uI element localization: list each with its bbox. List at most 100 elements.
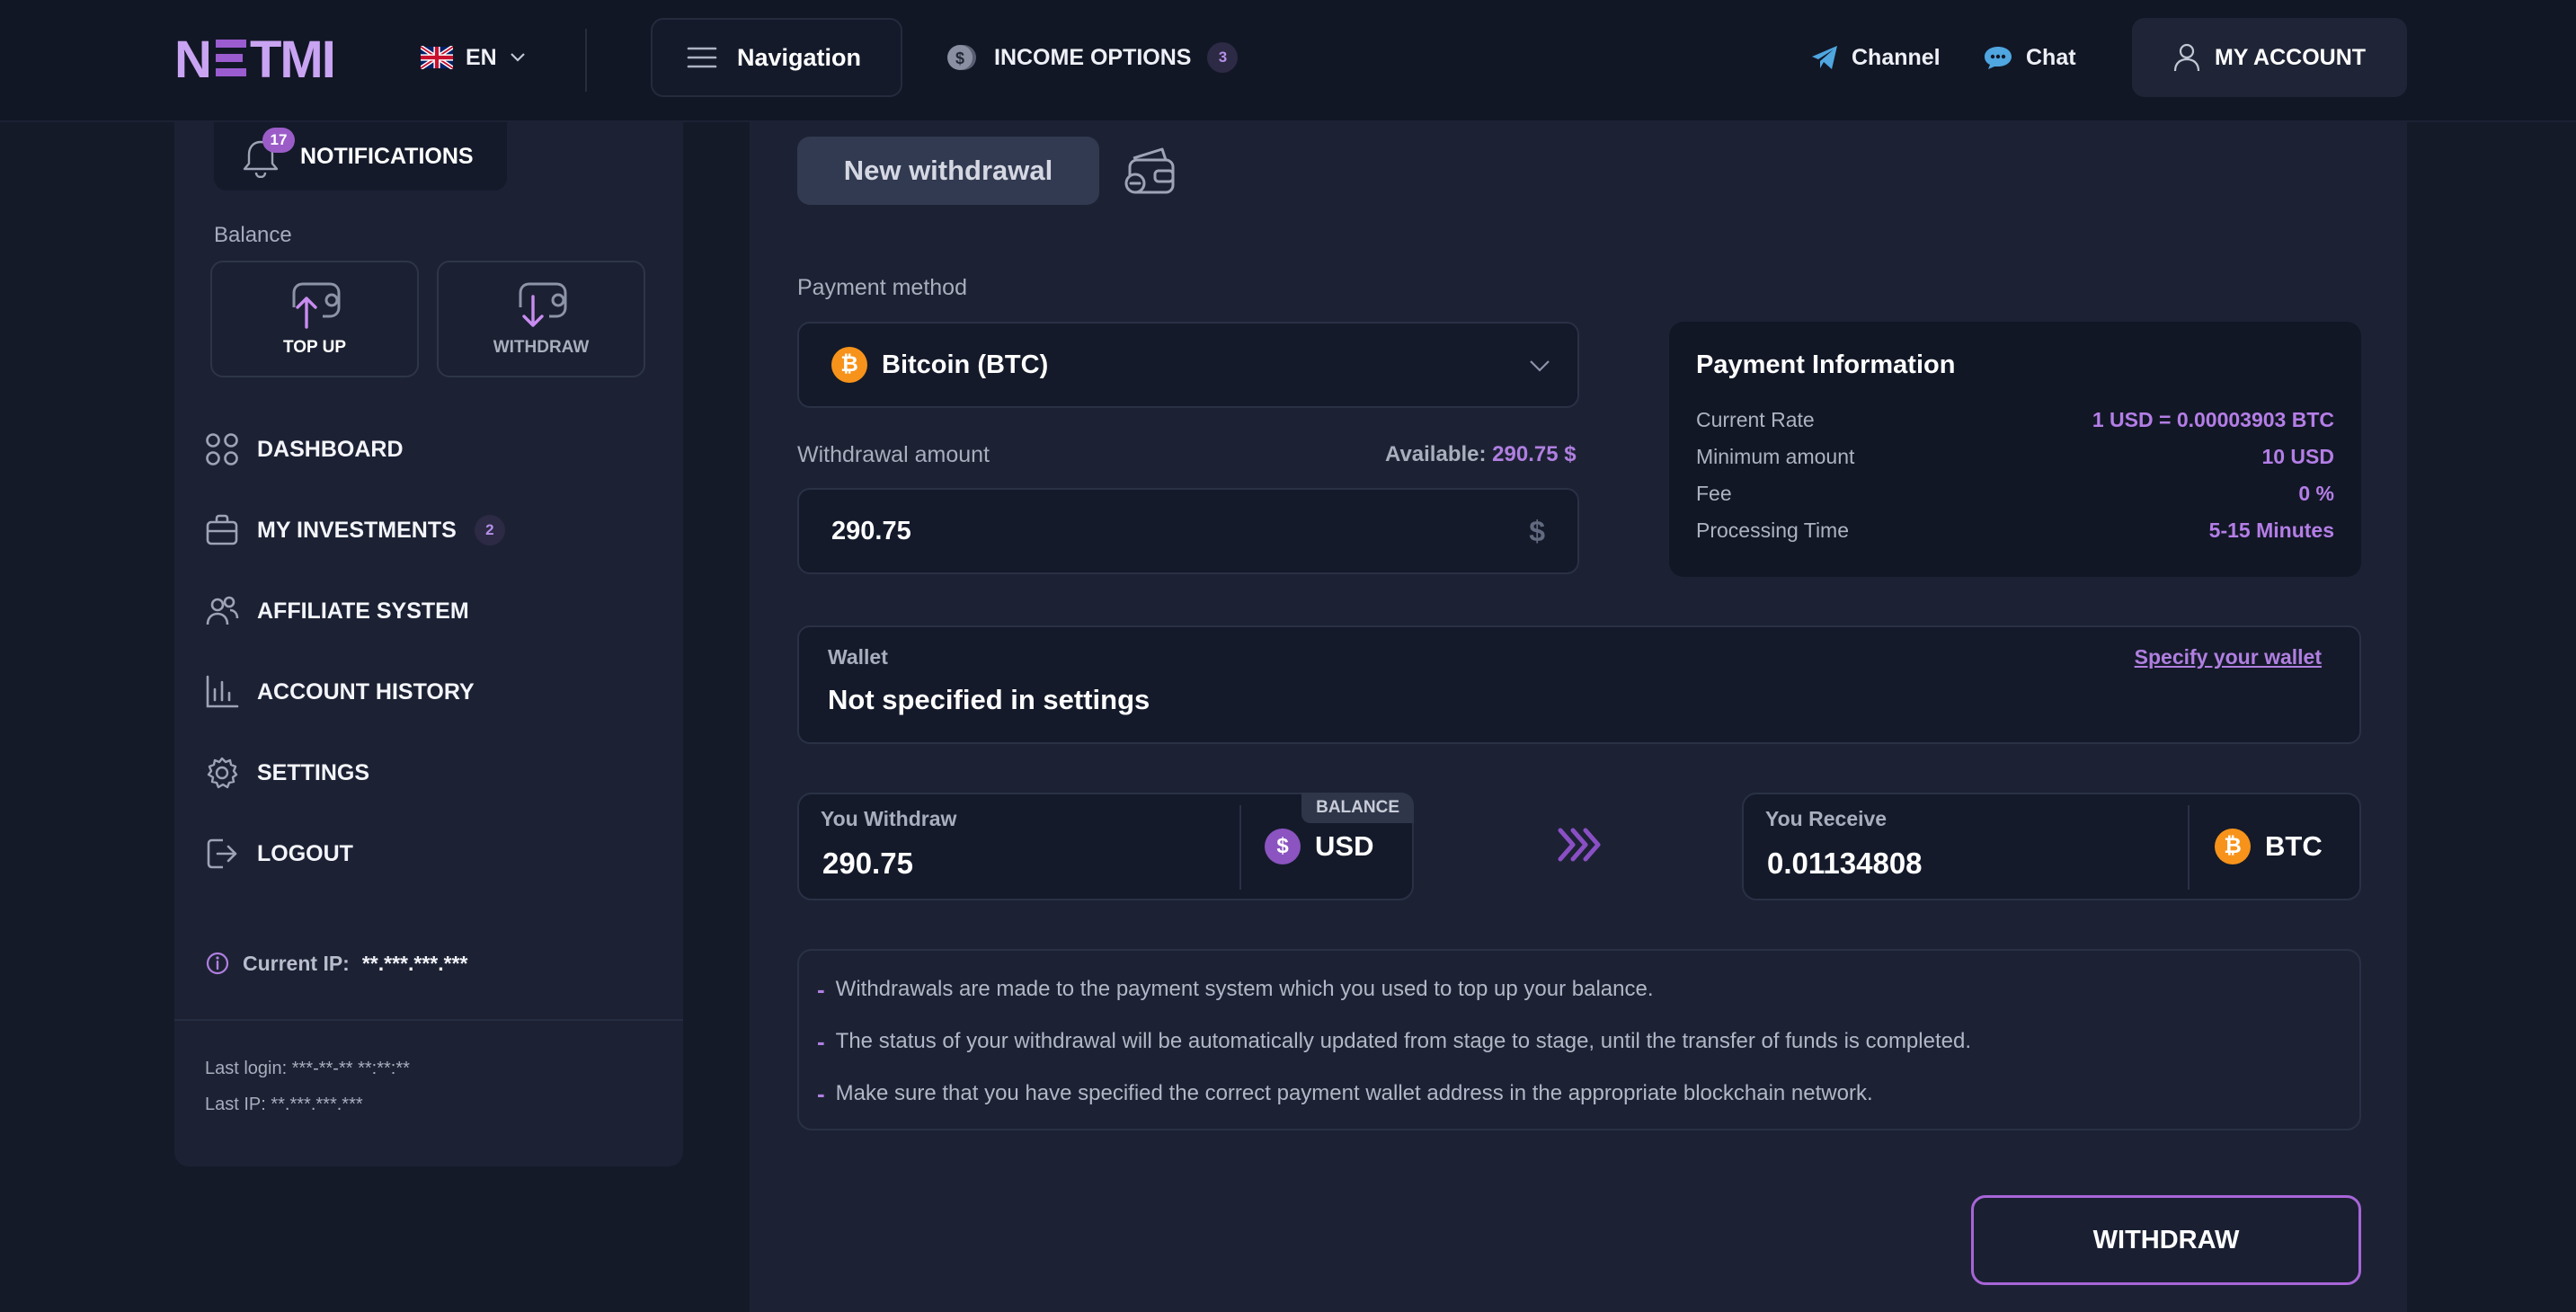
main-panel: New withdrawal Payment method ₿ Bitcoin …: [750, 122, 2407, 1312]
wallet-arrow-up-icon: [292, 282, 341, 329]
note-item: - The status of your withdrawal will be …: [817, 1015, 2341, 1068]
current-ip-label: Current IP:: [243, 951, 350, 975]
withdrawal-amount-input[interactable]: 290.75 $: [797, 488, 1579, 574]
bitcoin-icon: ₿: [831, 347, 867, 383]
you-receive-box: You Receive 0.01134808 ₿ BTC: [1742, 793, 2361, 900]
sidebar-item-label: DASHBOARD: [257, 436, 404, 462]
info-row-current-rate: Current Rate 1 USD = 0.00003903 BTC: [1696, 402, 2334, 439]
you-withdraw-value: 290.75: [822, 847, 913, 880]
chat-link[interactable]: Chat: [1983, 40, 2076, 75]
withdraw-sidebar-button[interactable]: WITHDRAW: [437, 261, 645, 377]
sidebar-item-my-investments[interactable]: MY INVESTMENTS 2: [205, 509, 505, 552]
withdraw-sidebar-label: WITHDRAW: [493, 338, 590, 357]
uk-flag-icon: [421, 46, 453, 69]
info-row-processing-time: Processing Time 5-15 Minutes: [1696, 512, 2334, 549]
note-dash: -: [817, 975, 825, 1003]
svg-text:N: N: [174, 34, 210, 83]
my-account-button[interactable]: MY ACCOUNT: [2132, 18, 2407, 97]
netmi-logo[interactable]: N TMI: [174, 34, 363, 83]
top-up-button[interactable]: TOP UP: [210, 261, 419, 377]
notifications-count-badge: 17: [262, 128, 295, 153]
withdraw-currency-code: USD: [1315, 830, 1374, 862]
navigation-button[interactable]: Navigation: [651, 18, 902, 97]
current-ip-value: **.***.***.***: [361, 951, 468, 975]
chat-label: Chat: [2026, 44, 2076, 70]
telegram-icon: [1812, 46, 1837, 69]
wallet-history-icon[interactable]: [1123, 142, 1180, 199]
language-code: EN: [466, 44, 497, 70]
sidebar-item-settings[interactable]: SETTINGS: [205, 751, 369, 794]
sidebar-item-dashboard[interactable]: DASHBOARD: [205, 428, 404, 471]
withdrawal-amount-value: 290.75: [831, 516, 911, 545]
investments-count-badge: 2: [474, 515, 505, 545]
info-value: 0 %: [2298, 482, 2334, 505]
sidebar-item-label: LOGOUT: [257, 840, 353, 866]
notifications-button[interactable]: 17 NOTIFICATIONS: [214, 122, 507, 191]
user-icon: [2173, 43, 2200, 72]
wallet-field: Wallet Not specified in settings Specify…: [797, 625, 2361, 744]
sidebar-item-label: MY INVESTMENTS: [257, 517, 457, 543]
sidebar-item-account-history[interactable]: ACCOUNT HISTORY: [205, 670, 475, 714]
info-icon: [206, 952, 229, 975]
sidebar-item-logout[interactable]: LOGOUT: [205, 832, 353, 875]
briefcase-icon: [206, 514, 238, 545]
income-options-button[interactable]: $ INCOME OPTIONS 3: [946, 40, 1239, 75]
info-key: Current Rate: [1696, 408, 1815, 431]
you-receive-label: You Receive: [1765, 807, 1888, 830]
chat-bubble-icon: [1985, 47, 2012, 69]
you-receive-value: 0.01134808: [1767, 847, 1923, 880]
chevron-down-icon: [1530, 360, 1550, 372]
withdrawal-notes: - Withdrawals are made to the payment sy…: [797, 949, 2361, 1130]
top-up-label: TOP UP: [282, 338, 347, 357]
balance-label: Balance: [214, 223, 292, 247]
note-text: Make sure that you have specified the co…: [835, 1081, 1873, 1105]
payment-method-value: Bitcoin (BTC): [882, 350, 1049, 379]
receive-currency: ₿ BTC: [2215, 829, 2323, 864]
last-login: Last login: ***-**-** **:**:**: [205, 1059, 410, 1078]
available-balance: Available: 290.75 $: [1385, 442, 1577, 467]
sidebar-item-affiliate-system[interactable]: AFFILIATE SYSTEM: [205, 590, 469, 633]
dollar-unit: $: [1529, 515, 1545, 547]
grid-icon: [206, 433, 238, 465]
sidebar-item-label: SETTINGS: [257, 759, 370, 785]
info-row-minimum-amount: Minimum amount 10 USD: [1696, 439, 2334, 475]
note-dash: -: [817, 1079, 825, 1107]
info-key: Processing Time: [1696, 519, 1850, 542]
gear-icon: [207, 757, 238, 789]
withdraw-currency: $ USD: [1265, 829, 1373, 864]
info-row-fee: Fee 0 %: [1696, 475, 2334, 512]
sidebar-item-label: AFFILIATE SYSTEM: [257, 598, 469, 624]
dollar-coin-icon: $: [1265, 829, 1301, 864]
payment-method-select[interactable]: ₿ Bitcoin (BTC): [797, 322, 1579, 408]
note-item: - Make sure that you have specified the …: [817, 1068, 2341, 1120]
wallet-arrow-down-icon: [519, 282, 567, 327]
header-divider: [585, 29, 587, 92]
navigation-label: Navigation: [737, 43, 862, 71]
payment-method-label: Payment method: [797, 275, 967, 300]
info-value: 1 USD = 0.00003903 BTC: [2092, 408, 2334, 431]
svg-text:TMI: TMI: [250, 34, 334, 83]
chevron-down-icon: [510, 53, 525, 62]
channel-link[interactable]: Channel: [1810, 40, 1941, 75]
notifications-label: NOTIFICATIONS: [300, 143, 474, 169]
coin-dollar-icon: $: [947, 45, 976, 70]
balance-tag: BALANCE: [1301, 793, 1414, 823]
note-text: The status of your withdrawal will be au…: [835, 1029, 1971, 1053]
logout-icon: [207, 838, 237, 869]
language-selector[interactable]: EN: [421, 40, 526, 75]
specify-wallet-link[interactable]: Specify your wallet: [2135, 645, 2322, 669]
income-options-label: INCOME OPTIONS: [994, 44, 1192, 70]
svg-text:$: $: [955, 49, 964, 67]
you-withdraw-box: You Withdraw 290.75 $ USD BALANCE: [797, 793, 1414, 900]
withdraw-button[interactable]: WITHDRAW: [1971, 1195, 2361, 1285]
channel-label: Channel: [1852, 44, 1941, 70]
bell-icon: 17: [241, 128, 295, 179]
currency-divider: [1239, 805, 1241, 890]
info-key: Fee: [1696, 482, 1732, 505]
tab-new-withdrawal[interactable]: New withdrawal: [797, 137, 1099, 205]
note-text: Withdrawals are made to the payment syst…: [835, 977, 1654, 1001]
triple-chevron-right-icon: [1558, 828, 1601, 862]
sidebar: 17 NOTIFICATIONS Balance TOP UP WITHDRAW…: [174, 122, 683, 1166]
wallet-value: Not specified in settings: [828, 684, 1150, 715]
note-dash: -: [817, 1027, 825, 1055]
